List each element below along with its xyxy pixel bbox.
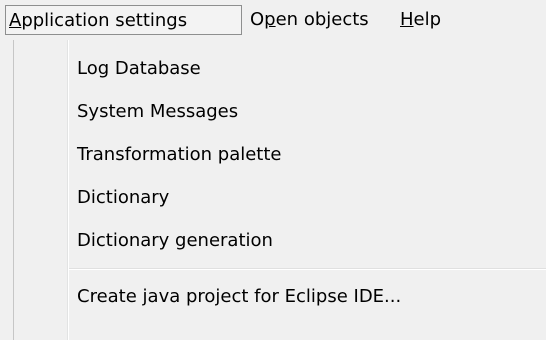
menu-item-dictionary[interactable]: Dictionary: [14, 177, 546, 219]
menu-item-label: Transformation palette: [77, 144, 282, 165]
menu-open-objects-label: en objects: [275, 9, 369, 30]
menu-item-log-database[interactable]: Log Database: [14, 48, 546, 90]
menu-item-label: Log Database: [77, 58, 201, 79]
menu-item-system-messages[interactable]: System Messages: [14, 91, 546, 133]
menu-application-settings-label: pplication settings: [21, 10, 188, 31]
menu-help-label: elp: [413, 9, 442, 30]
mnemonic-h: H: [400, 9, 414, 30]
application-settings-dropdown: Log Database System Messages Transformat…: [13, 40, 546, 340]
menu-help[interactable]: Help: [396, 5, 445, 35]
menu-open-objects-label-pre: O: [250, 9, 265, 30]
menu-item-label: Dictionary: [77, 187, 170, 208]
menu-item-label: System Messages: [77, 101, 239, 122]
menu-application-settings[interactable]: Application settings: [5, 5, 242, 35]
menu-open-objects[interactable]: Open objects: [246, 5, 373, 35]
separator-light-line: [69, 269, 546, 270]
menu-item-label: Create java project for Eclipse IDE...: [77, 286, 402, 307]
mnemonic-a: A: [9, 10, 22, 31]
menu-separator: [69, 268, 546, 270]
menu-item-create-java-project[interactable]: Create java project for Eclipse IDE...: [14, 276, 546, 318]
menu-item-label: Dictionary generation: [77, 230, 273, 251]
menu-item-transformation-palette[interactable]: Transformation palette: [14, 134, 546, 176]
menu-item-dictionary-generation[interactable]: Dictionary generation: [14, 220, 546, 262]
mnemonic-p: p: [264, 9, 276, 30]
menu-bar: Application settings Open objects Help: [0, 0, 546, 40]
